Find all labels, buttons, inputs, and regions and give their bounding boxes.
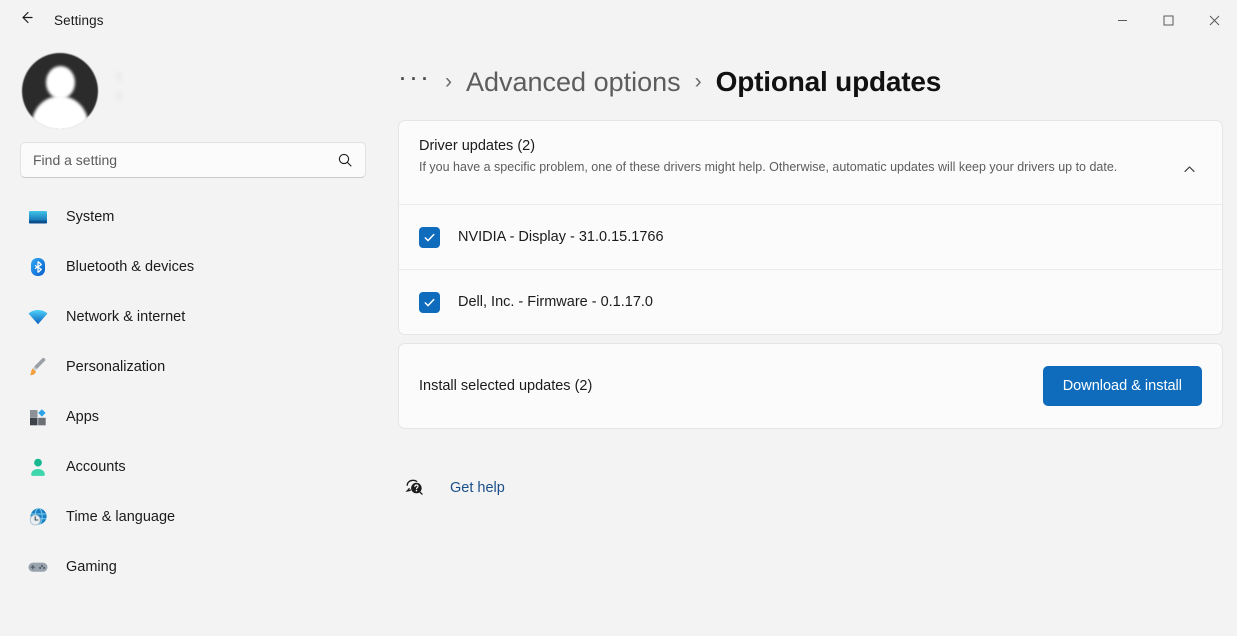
driver-updates-description: If you have a specific problem, one of t… xyxy=(419,158,1154,177)
search-box[interactable] xyxy=(20,142,366,178)
minimize-button[interactable] xyxy=(1099,0,1145,40)
account-text xyxy=(116,72,122,110)
wifi-icon xyxy=(26,305,50,329)
account-block[interactable] xyxy=(12,40,374,132)
maximize-button[interactable] xyxy=(1145,0,1191,40)
sidebar-item-label: Personalization xyxy=(66,359,165,375)
breadcrumb-separator: › xyxy=(445,70,452,94)
sidebar-item-label: Apps xyxy=(66,409,99,425)
bluetooth-icon xyxy=(26,255,50,279)
breadcrumb-overflow-button[interactable]: ··· xyxy=(398,68,431,96)
search-icon[interactable] xyxy=(337,152,353,168)
sidebar-item-bluetooth-devices[interactable]: Bluetooth & devices xyxy=(12,242,374,292)
sidebar-item-label: Bluetooth & devices xyxy=(66,259,194,275)
update-label: Dell, Inc. - Firmware - 0.1.17.0 xyxy=(458,294,653,310)
page-title: Optional updates xyxy=(716,66,941,98)
person-icon xyxy=(26,455,50,479)
breadcrumb-separator: › xyxy=(695,70,702,94)
breadcrumb-link-advanced-options[interactable]: Advanced options xyxy=(466,67,681,98)
breadcrumb: ··· › Advanced options › Optional update… xyxy=(388,40,1207,120)
account-email xyxy=(116,91,122,100)
update-label: NVIDIA - Display - 31.0.15.1766 xyxy=(458,229,664,245)
search-input[interactable] xyxy=(33,152,337,168)
chevron-up-icon[interactable] xyxy=(1172,152,1206,186)
user-avatar-icon xyxy=(22,53,98,129)
gamepad-icon xyxy=(26,555,50,579)
sidebar-item-gaming[interactable]: Gaming xyxy=(12,542,374,592)
driver-updates-header[interactable]: Driver updates (2) If you have a specifi… xyxy=(399,121,1222,204)
globe-clock-icon xyxy=(26,505,50,529)
sidebar-item-label: System xyxy=(66,209,114,225)
sidebar-item-label: Gaming xyxy=(66,559,117,575)
update-checkbox-dell[interactable] xyxy=(419,292,440,313)
sidebar-item-label: Network & internet xyxy=(66,309,185,325)
sidebar-item-network-internet[interactable]: Network & internet xyxy=(12,292,374,342)
get-help-row: Get help xyxy=(398,475,1207,501)
sidebar-item-label: Accounts xyxy=(66,459,126,475)
back-button[interactable] xyxy=(8,4,44,36)
sidebar-item-time-language[interactable]: Time & language xyxy=(12,492,374,542)
content-area: Driver updates (2) If you have a specifi… xyxy=(388,120,1207,501)
main-content: ··· › Advanced options › Optional update… xyxy=(388,40,1237,636)
window-title: Settings xyxy=(54,13,104,28)
close-button[interactable] xyxy=(1191,0,1237,40)
help-question-bubble-icon xyxy=(402,475,428,501)
search-wrapper xyxy=(12,142,374,178)
update-row[interactable]: Dell, Inc. - Firmware - 0.1.17.0 xyxy=(399,270,1222,334)
download-and-install-button[interactable]: Download & install xyxy=(1043,366,1202,406)
driver-updates-header-text: Driver updates (2) If you have a specifi… xyxy=(419,138,1172,177)
sidebar-item-accounts[interactable]: Accounts xyxy=(12,442,374,492)
sidebar-item-apps[interactable]: Apps xyxy=(12,392,374,442)
account-name xyxy=(116,72,122,81)
sidebar-nav: System Bluetooth & devices xyxy=(12,192,374,592)
install-updates-card: Install selected updates (2) Download & … xyxy=(398,343,1223,429)
driver-updates-title: Driver updates (2) xyxy=(419,138,1172,154)
get-help-link[interactable]: Get help xyxy=(450,480,505,496)
arrow-left-icon xyxy=(18,9,35,31)
driver-updates-card: Driver updates (2) If you have a specifi… xyxy=(398,120,1223,335)
install-selected-label: Install selected updates (2) xyxy=(419,378,592,394)
title-bar: Settings xyxy=(0,0,1237,40)
apps-tiles-icon xyxy=(26,405,50,429)
update-checkbox-nvidia[interactable] xyxy=(419,227,440,248)
sidebar-item-personalization[interactable]: Personalization xyxy=(12,342,374,392)
sidebar-item-system[interactable]: System xyxy=(12,192,374,242)
system-monitor-icon xyxy=(26,205,50,229)
window-controls xyxy=(1099,0,1237,40)
sidebar-item-label: Time & language xyxy=(66,509,175,525)
update-row[interactable]: NVIDIA - Display - 31.0.15.1766 xyxy=(399,205,1222,269)
paintbrush-icon xyxy=(26,355,50,379)
sidebar: System Bluetooth & devices xyxy=(0,40,388,636)
